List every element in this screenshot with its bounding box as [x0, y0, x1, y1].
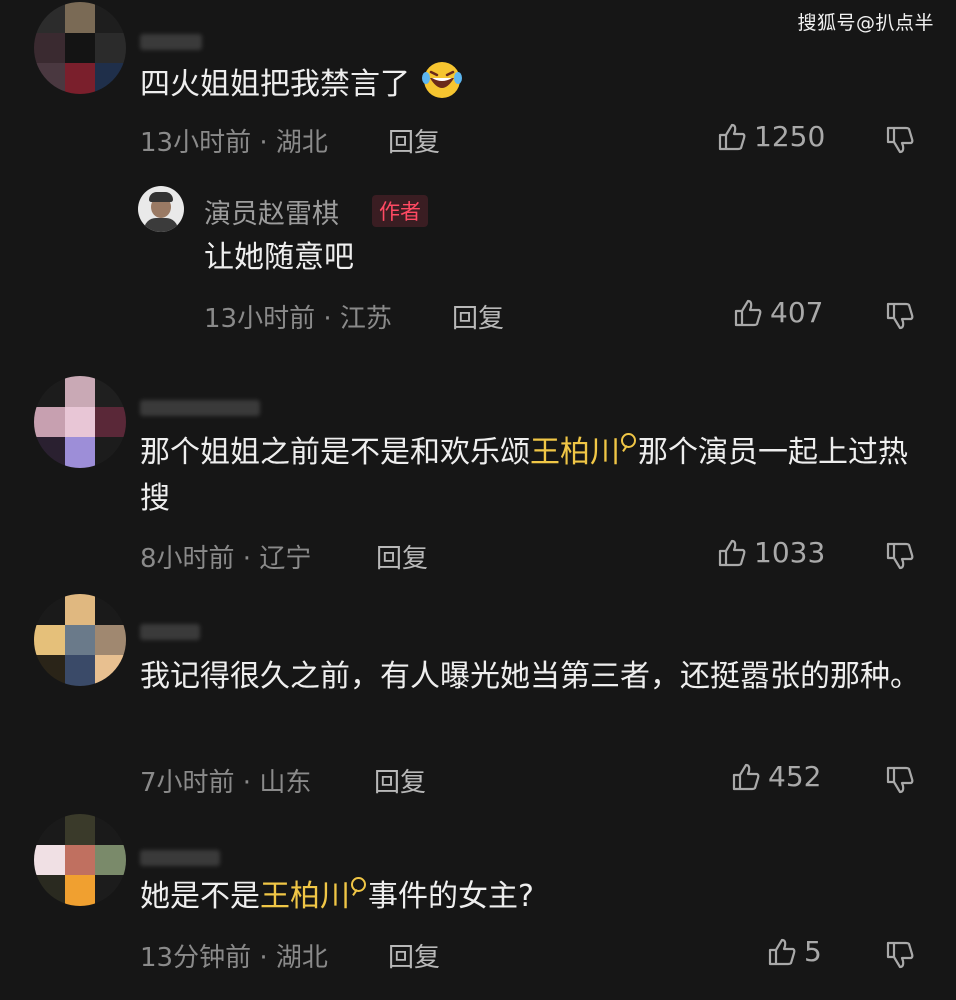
- like-count: 1033: [754, 536, 826, 569]
- comment-text: 那个姐姐之前是不是和欢乐颂王柏川 那个演员一起上过热搜: [140, 433, 908, 516]
- reply-button[interactable]: 回复: [452, 298, 504, 335]
- watermark: 搜狐号@扒点半: [797, 12, 934, 34]
- time-location: 8小时前 · 辽宁: [140, 544, 312, 574]
- thumbs-down-icon[interactable]: [884, 939, 916, 971]
- like-button[interactable]: 5: [766, 935, 822, 968]
- like-button[interactable]: 407: [732, 296, 823, 329]
- thumbs-up-icon: [718, 539, 746, 566]
- thumbs-up-icon: [718, 123, 746, 150]
- like-button[interactable]: 1033: [716, 536, 825, 569]
- time-location: 7小时前 · 山东: [140, 768, 312, 798]
- thumbs-down-icon[interactable]: [884, 764, 916, 796]
- thumbs-up-icon: [732, 763, 760, 790]
- thumbs-up-icon: [768, 938, 796, 965]
- comment-text: 我记得很久之前，有人曝光她当第三者，还挺嚣张的那种。: [140, 659, 920, 694]
- like-button[interactable]: 1250: [716, 120, 825, 153]
- comment-text: 四火姐姐把我禁言了: [140, 58, 920, 108]
- laughing-tears-emoji: [421, 62, 462, 98]
- reply-button[interactable]: 回复: [388, 937, 440, 974]
- like-count: 452: [768, 760, 822, 793]
- avatar[interactable]: [34, 814, 126, 906]
- comment-text: 她是不是王柏川 事件的女主?: [140, 877, 534, 914]
- time-location: 13小时前 · 湖北: [140, 128, 328, 158]
- time-location: 13分钟前 · 湖北: [140, 943, 328, 973]
- like-count: 1250: [754, 120, 826, 153]
- like-count: 5: [804, 935, 822, 968]
- reply-time-location: 13小时前 · 江苏: [204, 304, 392, 334]
- avatar[interactable]: [34, 376, 126, 468]
- reply-text: 让她随意吧: [204, 240, 354, 275]
- search-icon: [351, 877, 366, 892]
- like-button[interactable]: 452: [730, 760, 821, 793]
- like-count: 407: [770, 296, 824, 329]
- thumbs-down-icon[interactable]: [884, 124, 916, 156]
- avatar[interactable]: [34, 2, 126, 94]
- reply-button[interactable]: 回复: [388, 122, 440, 159]
- thumbs-down-icon[interactable]: [884, 300, 916, 332]
- thumbs-down-icon[interactable]: [884, 540, 916, 572]
- username-blurred[interactable]: [140, 400, 260, 416]
- username-blurred[interactable]: [140, 850, 220, 866]
- keyword-link[interactable]: 王柏川: [530, 435, 620, 470]
- thumbs-up-icon: [734, 299, 762, 326]
- author-name[interactable]: 演员赵雷棋: [204, 192, 339, 231]
- search-icon: [621, 433, 636, 448]
- username-blurred[interactable]: [140, 34, 202, 50]
- username-blurred[interactable]: [140, 624, 200, 640]
- reply-button[interactable]: 回复: [374, 762, 426, 799]
- author-avatar[interactable]: [138, 186, 184, 232]
- reply-button[interactable]: 回复: [376, 538, 428, 575]
- avatar[interactable]: [34, 594, 126, 686]
- keyword-link[interactable]: 王柏川: [260, 879, 350, 914]
- author-badge: 作者: [372, 195, 428, 227]
